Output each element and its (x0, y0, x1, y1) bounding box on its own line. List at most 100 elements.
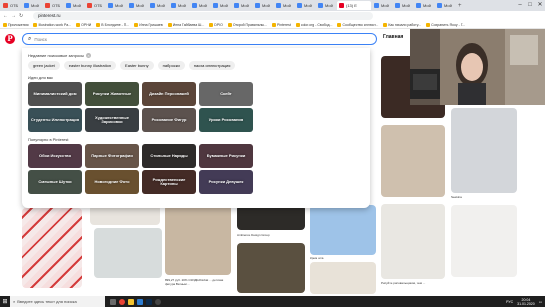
bookmark-label: DPIO (214, 22, 223, 27)
ideas-tile[interactable]: Дизайн Персонажей (142, 82, 196, 106)
recent-search-chip[interactable]: Easter bunny (120, 61, 154, 70)
reload-icon[interactable]: ↻ (19, 13, 23, 19)
tab-label: Мой (304, 3, 312, 8)
popular-tile[interactable]: Парные Фотографии (85, 144, 139, 168)
ideas-tile[interactable]: Студенты Иллюстрация (28, 108, 82, 132)
tile-label: Стильные Наряды (150, 152, 188, 158)
browser-tab[interactable]: Мой (211, 1, 231, 10)
browser-tab[interactable]: Мой (372, 1, 392, 10)
browser-tab[interactable]: Мой (106, 1, 126, 10)
recent-search-chip[interactable]: green jacket (28, 61, 60, 70)
bookmark-item[interactable]: DPIO (209, 22, 223, 27)
browser-tab[interactable]: Мой (295, 1, 315, 10)
windows-start-icon[interactable]: ⊞ (0, 296, 10, 307)
browser-tab[interactable]: Мой (414, 1, 434, 10)
browser-tab[interactable]: Мой (232, 1, 252, 10)
pin-image[interactable] (237, 205, 305, 230)
active-tab[interactable]: (13) Е (337, 1, 371, 10)
recent-search-chip[interactable]: наброски (157, 61, 185, 70)
search-input[interactable]: ⌕ Поиск (22, 33, 377, 45)
recent-chips: green jacket easter bunny illustration Eas… (28, 61, 364, 70)
pin-image[interactable] (90, 205, 160, 225)
tile-label: Смешные Шутки (38, 178, 72, 184)
close-icon[interactable]: ✕ (535, 0, 545, 11)
ideas-tile[interactable]: Минималистский дом (28, 82, 82, 106)
popular-tile[interactable]: Смешные Шутки (28, 170, 82, 194)
bookmark-label: Открой Правильны... (232, 22, 267, 27)
pin-image[interactable] (237, 243, 305, 293)
recent-search-chip[interactable]: easter bunny illustration (63, 61, 117, 70)
browser-tab[interactable]: ОТБ (1, 1, 21, 10)
pin-image[interactable] (310, 262, 376, 294)
minimize-icon[interactable]: – (515, 0, 525, 11)
browser-tab[interactable]: Мой (316, 1, 336, 10)
photoshop-icon[interactable] (146, 298, 152, 305)
ideas-tile[interactable]: Художественные Зарисовки (85, 108, 139, 132)
new-tab-button[interactable]: + (455, 3, 465, 9)
browser-tab[interactable]: ОТБ (43, 1, 63, 10)
bookmark-item[interactable]: Приложения (3, 22, 28, 27)
browser-tab[interactable]: Мой (169, 1, 189, 10)
bookmark-item[interactable]: Как начали работу... (383, 22, 421, 27)
browser-tab[interactable]: Мой (148, 1, 168, 10)
browser-tab[interactable]: ОТБ (85, 1, 105, 10)
lang-indicator[interactable]: РУС (506, 300, 513, 304)
bookmark-item[interactable]: color.org - Свобод... (295, 22, 332, 27)
obs-icon[interactable] (155, 298, 161, 305)
ideas-tile[interactable]: Рисование Фигур (142, 108, 196, 132)
bookmark-item[interactable]: Открой Правильны... (227, 22, 267, 27)
store-icon[interactable] (137, 298, 143, 305)
browser-tab[interactable]: Мой (253, 1, 273, 10)
clear-icon[interactable]: × (86, 53, 92, 58)
browser-tab[interactable]: Мой (393, 1, 413, 10)
popular-tile[interactable]: Бумажные Рисунки (199, 144, 253, 168)
back-icon[interactable]: ← (3, 13, 8, 19)
popular-tile[interactable]: Новогодние Фото (85, 170, 139, 194)
url-field[interactable]: pinterest.ru (33, 12, 373, 20)
pin-image[interactable] (94, 228, 162, 278)
pin-image[interactable] (451, 108, 517, 193)
bookmark-item[interactable]: Инна Гришаев (134, 22, 163, 27)
tile-label: Рождественские Картины (152, 176, 186, 186)
notifications-icon[interactable]: ▭ (539, 300, 542, 304)
popular-tile[interactable]: Стильные Наряды (142, 144, 196, 168)
pin-image[interactable] (451, 205, 517, 277)
browser-tab[interactable]: Мой (22, 1, 42, 10)
popular-tile[interactable]: Рисунки Девушек (199, 170, 253, 194)
home-button[interactable]: Главная (383, 34, 403, 40)
browser-tab[interactable]: Мой (190, 1, 210, 10)
chrome-icon[interactable] (119, 298, 125, 305)
bookmark-item[interactable]: Инна Гайбаева Ш... (167, 22, 204, 27)
bookmark-item[interactable]: Сохранить Яооу - Г... (426, 22, 465, 27)
system-tray: РУС 20:04 31.01.2020 ▭ (506, 296, 542, 307)
browser-tab[interactable]: Мой (64, 1, 84, 10)
pin-image[interactable] (22, 208, 82, 288)
bookmark-item[interactable]: Сообщество иллюст... (337, 22, 378, 27)
pin-image[interactable] (381, 204, 445, 279)
ideas-tile[interactable]: Скейт (199, 82, 253, 106)
browser-tab[interactable]: Мой (274, 1, 294, 10)
ideas-title: Идеи для вас (28, 75, 54, 80)
ideas-tile[interactable]: Уроки Рисования (199, 108, 253, 132)
bookmark-item[interactable]: ОРНИ (76, 22, 91, 27)
browser-tab[interactable]: Мой (127, 1, 147, 10)
pin-image[interactable] (165, 205, 231, 275)
browser-tab[interactable]: Мой (435, 1, 455, 10)
popular-tile[interactable]: Рождественские Картины (142, 170, 196, 194)
task-view-icon[interactable] (110, 298, 116, 305)
bookmark-item[interactable]: В Блондине - П... (96, 22, 129, 27)
popular-tile[interactable]: Обои Искусство (28, 144, 82, 168)
maximize-icon[interactable]: □ (525, 0, 535, 11)
recent-search-chip[interactable]: пасха иллюстрация (188, 61, 236, 70)
bookmark-item[interactable]: Illustration-work Pa... (33, 22, 71, 27)
pin-image[interactable] (381, 125, 445, 197)
clock[interactable]: 20:04 31.01.2020 (517, 298, 535, 306)
explorer-icon[interactable] (128, 298, 134, 305)
tile-label: Минималистский дом (33, 90, 77, 96)
pin-image[interactable] (310, 205, 376, 255)
bookmark-item[interactable]: Pinterest (272, 22, 291, 27)
ideas-tile[interactable]: Рисунки Животные (85, 82, 139, 106)
pinterest-logo[interactable]: P (5, 34, 15, 44)
forward-icon[interactable]: → (11, 13, 16, 19)
taskbar-search[interactable]: ⌕ Введите здесь текст для поиска (10, 296, 105, 307)
